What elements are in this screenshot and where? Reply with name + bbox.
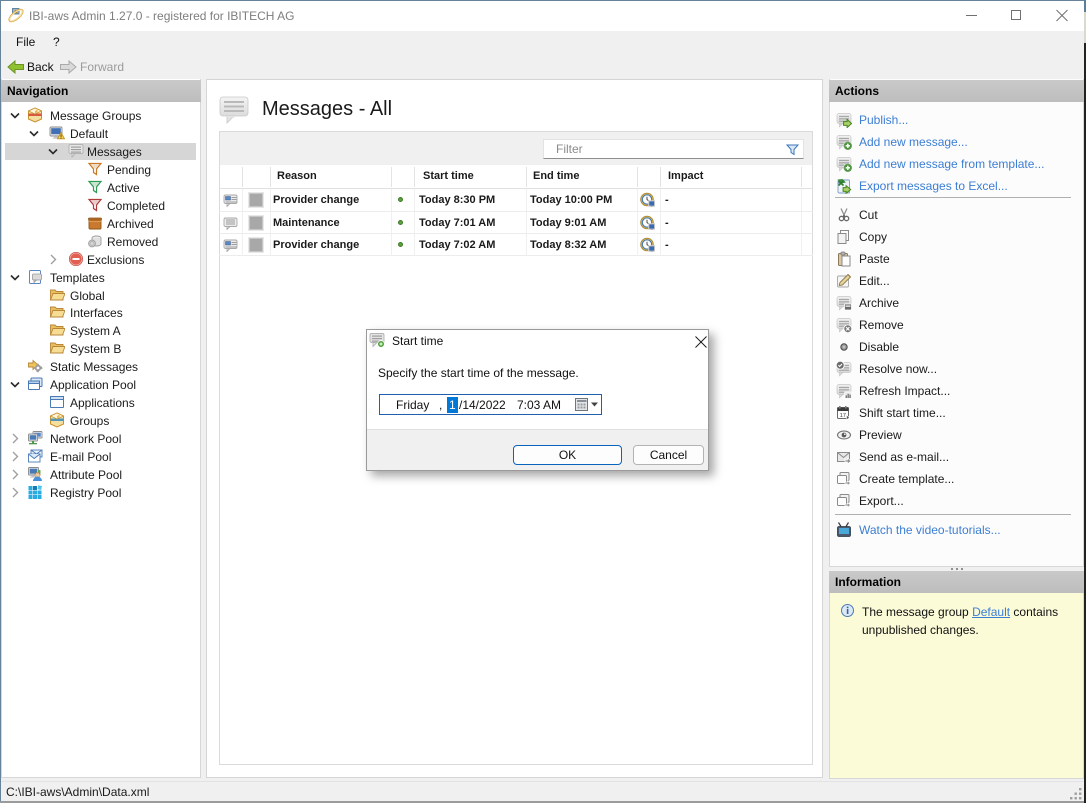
svg-text:17: 17: [840, 413, 846, 419]
